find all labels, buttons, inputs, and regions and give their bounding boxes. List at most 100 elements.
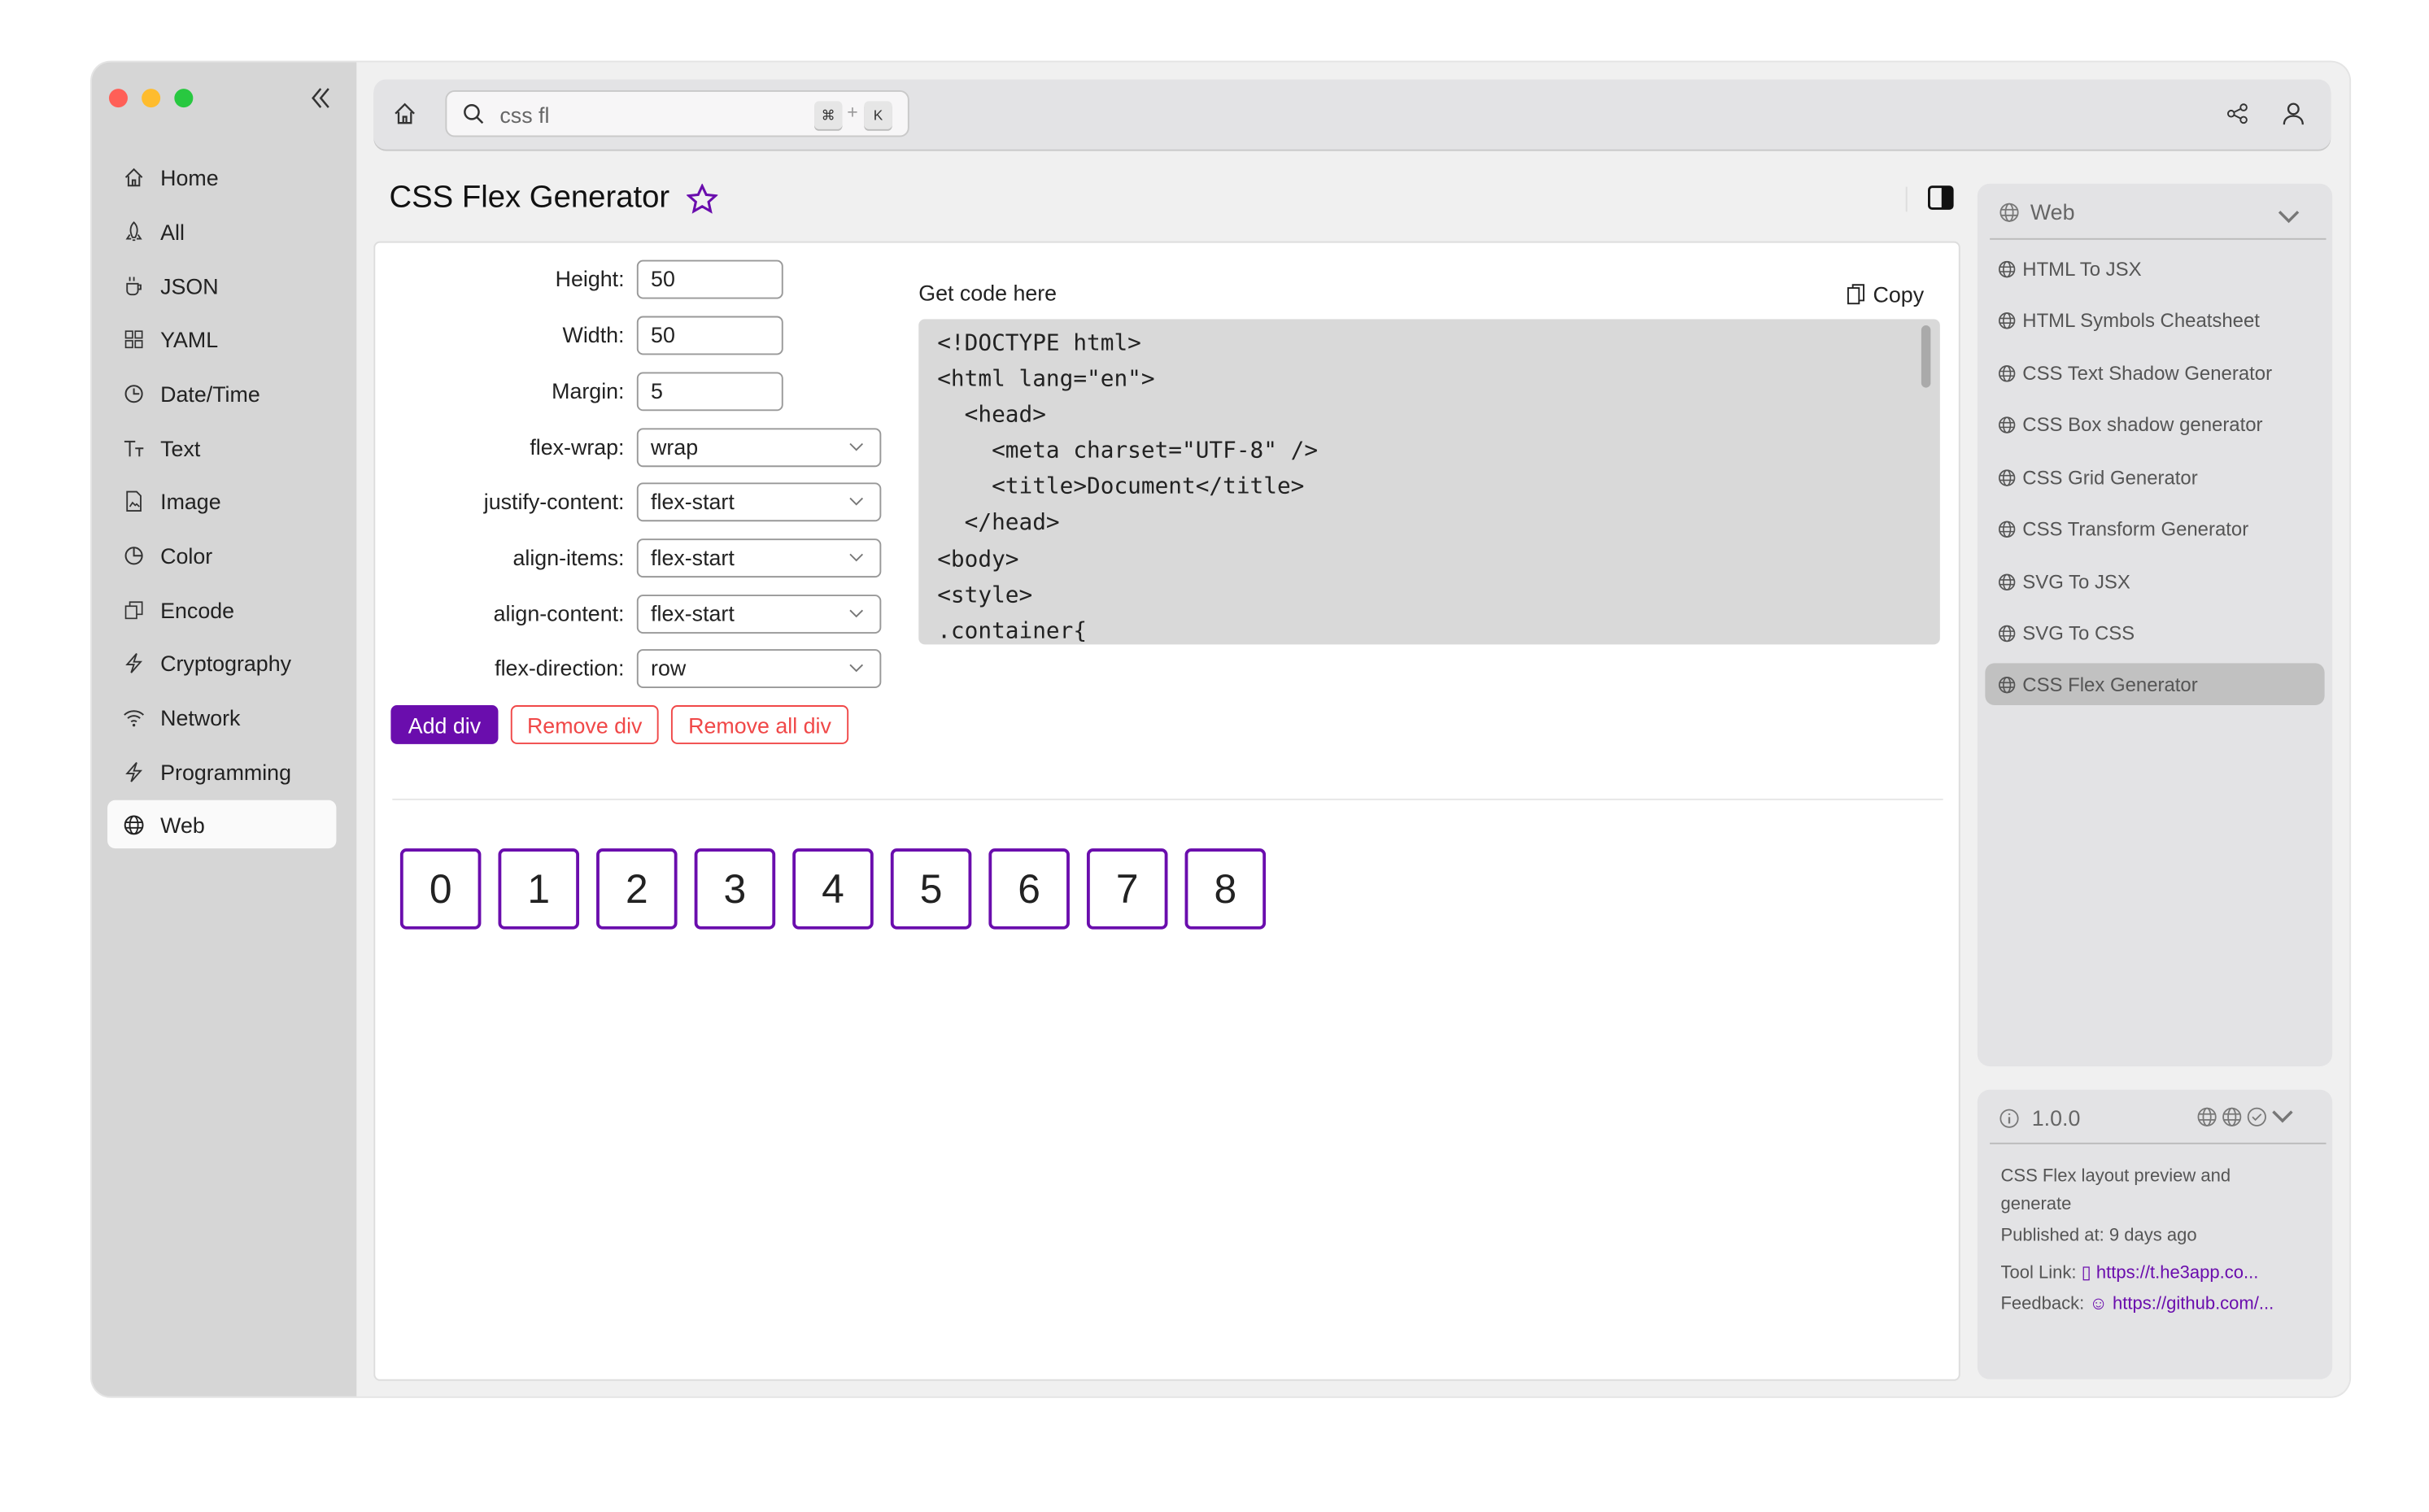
- selected-value: flex-start: [651, 600, 735, 626]
- feedback-link[interactable]: https://github.com/...: [2113, 1295, 2274, 1314]
- sidebar-item-web[interactable]: Web: [107, 800, 337, 849]
- copy-label: Copy: [1873, 281, 1925, 307]
- tool-link[interactable]: https://t.he3app.co...: [2096, 1264, 2258, 1283]
- tool-item[interactable]: CSS Box shadow generator: [1985, 403, 2324, 446]
- align-content-select[interactable]: flex-start: [636, 595, 882, 634]
- link-icon: ▯: [2081, 1264, 2091, 1283]
- close-window-button[interactable]: [108, 89, 128, 108]
- sidebar-item-text[interactable]: Text: [107, 424, 336, 472]
- height-input[interactable]: 50: [636, 259, 783, 299]
- copy-button[interactable]: Copy: [1847, 281, 1924, 307]
- chevron-down-icon: [849, 553, 864, 562]
- user-icon[interactable]: [2283, 101, 2305, 133]
- sidebar-item-label: Color: [160, 542, 213, 568]
- tool-item[interactable]: SVG To CSS: [1985, 612, 2324, 654]
- divider: [392, 798, 1943, 800]
- selected-value: row: [651, 655, 687, 681]
- text-icon: [124, 439, 144, 456]
- select-label: justify-content:: [483, 488, 625, 514]
- globe-icon[interactable]: [2197, 1107, 2217, 1127]
- code-heading: Get code here: [918, 280, 1058, 306]
- tool-item[interactable]: HTML Symbols Cheatsheet: [1985, 298, 2324, 341]
- width-input[interactable]: 50: [636, 316, 783, 355]
- sidebar-item-home[interactable]: Home: [107, 153, 336, 201]
- search-icon: [464, 103, 484, 124]
- code-scrollbar[interactable]: [1921, 325, 1931, 388]
- minimize-window-button[interactable]: [142, 89, 161, 108]
- toggle-panel-icon[interactable]: [1928, 185, 1955, 218]
- flex-direction-select[interactable]: row: [636, 649, 882, 688]
- feedback-label: Feedback:: [2000, 1295, 2085, 1314]
- clock-icon: [124, 384, 143, 403]
- tool-description: CSS Flex layout preview and generate: [2000, 1167, 2231, 1214]
- divider: [1990, 1142, 2327, 1144]
- flex-wrap-select[interactable]: wrap: [636, 428, 882, 468]
- globe-icon[interactable]: [2222, 1107, 2242, 1127]
- chevron-down-icon: [849, 664, 864, 673]
- search-input[interactable]: css fl ⌘ + K: [445, 90, 909, 137]
- globe-icon: [1998, 624, 2016, 642]
- tool-item-label: CSS Grid Generator: [2022, 466, 2198, 489]
- shortcut-key: K: [864, 101, 892, 129]
- selected-value: flex-start: [651, 488, 735, 514]
- feedback-row: Feedback: ☺ https://github.com/...: [2000, 1295, 2274, 1314]
- shortcut-plus: +: [847, 101, 858, 124]
- chevron-down-icon: [849, 609, 864, 618]
- preview-box: 7: [1086, 848, 1168, 930]
- divider: [1905, 186, 1908, 212]
- home-icon[interactable]: [392, 101, 417, 133]
- share-icon[interactable]: [2226, 102, 2248, 132]
- select-label: flex-direction:: [495, 655, 625, 681]
- sidebar-item-cryptography[interactable]: Cryptography: [107, 638, 336, 686]
- info-icon: [1999, 1108, 2019, 1127]
- tool-item[interactable]: CSS Text Shadow Generator: [1985, 352, 2324, 394]
- globe-icon: [1998, 520, 2016, 537]
- tool-item-label: HTML To JSX: [2022, 257, 2142, 280]
- preview-box: 6: [988, 848, 1070, 930]
- wifi-icon: [124, 709, 145, 726]
- tool-item-label: SVG To JSX: [2022, 570, 2130, 593]
- preview-box: 2: [596, 848, 678, 930]
- tool-item[interactable]: SVG To JSX: [1985, 560, 2324, 603]
- sidebar-item-encode[interactable]: Encode: [107, 586, 336, 634]
- tool-item[interactable]: CSS Grid Generator: [1985, 456, 2324, 499]
- sidebar-item-image[interactable]: Image: [107, 477, 336, 525]
- tool-item[interactable]: CSS Flex Generator: [1985, 663, 2325, 706]
- tool-item[interactable]: HTML To JSX: [1985, 247, 2324, 290]
- check-circle-icon[interactable]: [2247, 1107, 2267, 1127]
- sidebar-item-label: Programming: [160, 759, 291, 784]
- image-file-icon: [126, 490, 142, 511]
- code-output[interactable]: <!DOCTYPE html> <html lang="en"> <head> …: [918, 319, 1940, 645]
- sidebar-item-color[interactable]: Color: [107, 531, 336, 579]
- favorite-star-icon[interactable]: [686, 183, 719, 223]
- page-title: CSS Flex Generator: [389, 181, 670, 216]
- sidebar-item-all[interactable]: All: [107, 207, 336, 255]
- tool-item-label: CSS Text Shadow Generator: [2022, 362, 2273, 384]
- chat-icon: ☺: [2089, 1295, 2108, 1314]
- sidebar-item-programming[interactable]: Programming: [107, 747, 336, 795]
- preview-box: 5: [890, 848, 972, 930]
- sidebar-item-date-time[interactable]: Date/Time: [107, 369, 336, 417]
- tool-link-label: Tool Link:: [2000, 1264, 2077, 1283]
- align-items-select[interactable]: flex-start: [636, 538, 882, 578]
- chevron-down-icon[interactable]: [2278, 204, 2300, 232]
- tool-link-row: Tool Link: ▯ https://t.he3app.co...: [2000, 1261, 2258, 1283]
- chevron-down-icon[interactable]: [2272, 1110, 2294, 1124]
- collapse-sidebar-icon[interactable]: [310, 85, 332, 118]
- version-row: 1.0.0: [1999, 1105, 2080, 1131]
- remove-div-button[interactable]: Remove div: [510, 705, 659, 744]
- add-div-button[interactable]: Add div: [390, 705, 499, 744]
- sidebar-item-json[interactable]: JSON: [107, 262, 336, 310]
- bolt-icon: [125, 652, 143, 673]
- zoom-window-button[interactable]: [174, 89, 194, 108]
- justify-content-select[interactable]: flex-start: [636, 482, 882, 522]
- tool-item[interactable]: CSS Transform Generator: [1985, 508, 2324, 550]
- selected-value: flex-start: [651, 544, 735, 570]
- remove-all-div-button[interactable]: Remove all div: [670, 705, 849, 744]
- sidebar-item-yaml[interactable]: YAML: [107, 315, 336, 363]
- sidebar-item-network[interactable]: Network: [107, 693, 336, 741]
- category-header[interactable]: Web: [1999, 199, 2074, 224]
- globe-icon: [1998, 468, 2016, 486]
- tool-item-label: CSS Transform Generator: [2022, 517, 2249, 540]
- margin-input[interactable]: 5: [636, 372, 783, 412]
